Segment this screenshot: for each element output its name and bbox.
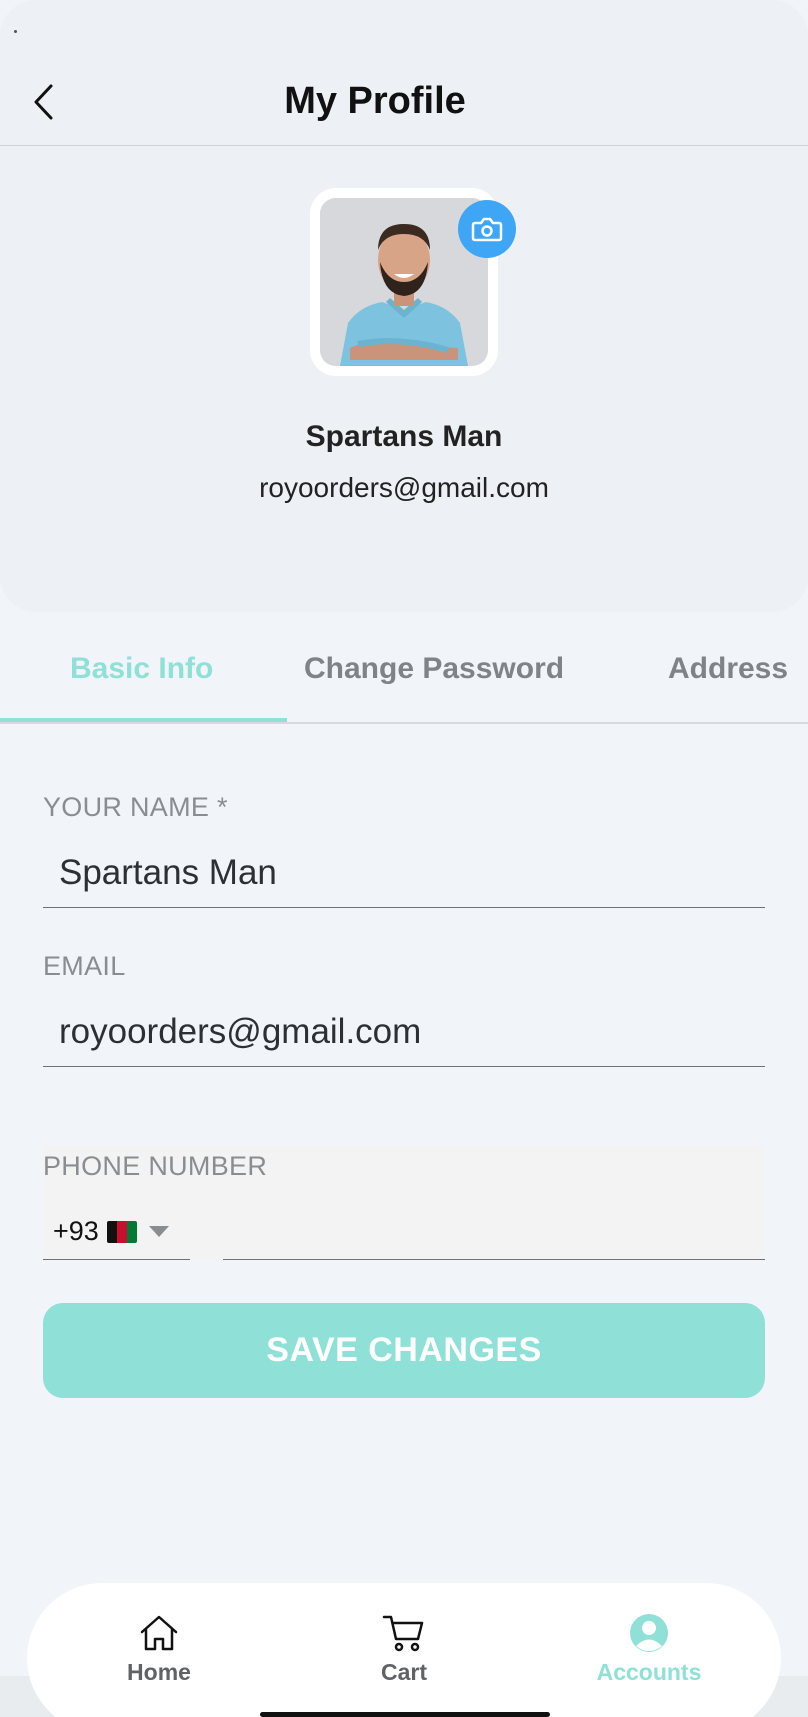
email-label: EMAIL bbox=[43, 951, 126, 981]
header-bar: My Profile bbox=[0, 60, 808, 146]
nav-cart[interactable]: Cart bbox=[334, 1613, 474, 1686]
profile-name: Spartans Man bbox=[305, 420, 503, 453]
page-title: My Profile bbox=[284, 80, 466, 122]
tab-basic-info[interactable]: Basic Info bbox=[70, 652, 213, 686]
caret-down-icon bbox=[148, 1226, 169, 1237]
afghanistan-flag-icon bbox=[106, 1220, 137, 1243]
camera-icon bbox=[471, 217, 503, 242]
nav-cart-label: Cart bbox=[380, 1659, 427, 1685]
home-indicator bbox=[260, 1712, 550, 1717]
active-tab-indicator bbox=[0, 718, 287, 722]
profile-card: My Profile Spartans Man royoorders@gmail… bbox=[0, 0, 808, 612]
profile-screen: My Profile Spartans Man royoorders@gmail… bbox=[0, 0, 808, 1717]
cart-icon bbox=[382, 1615, 424, 1652]
name-label: YOUR NAME * bbox=[43, 792, 228, 822]
nav-home-label: Home bbox=[127, 1659, 191, 1685]
phone-label: PHONE NUMBER bbox=[43, 1151, 268, 1181]
status-dot bbox=[14, 30, 17, 33]
nav-accounts-label: Accounts bbox=[596, 1659, 702, 1685]
country-code-value: +93 bbox=[53, 1216, 99, 1246]
phone-field-group: PHONE NUMBER +93 bbox=[43, 1146, 765, 1261]
email-field[interactable] bbox=[43, 997, 765, 1067]
profile-tabs: Basic Info Change Password Address bbox=[0, 612, 808, 724]
name-field[interactable] bbox=[43, 838, 765, 908]
profile-email: royoorders@gmail.com bbox=[259, 472, 549, 503]
tab-address[interactable]: Address bbox=[668, 652, 788, 686]
account-icon bbox=[630, 1614, 668, 1652]
nav-accounts[interactable]: Accounts bbox=[579, 1613, 719, 1686]
change-photo-button[interactable] bbox=[458, 200, 516, 258]
phone-number-input[interactable] bbox=[223, 1204, 765, 1260]
bottom-navigation: Home Cart Accounts bbox=[27, 1583, 781, 1717]
home-icon bbox=[140, 1615, 178, 1651]
country-code-selector[interactable]: +93 bbox=[43, 1204, 190, 1260]
save-changes-button[interactable]: SAVE CHANGES bbox=[43, 1303, 765, 1398]
nav-home[interactable]: Home bbox=[89, 1613, 229, 1686]
tab-change-password[interactable]: Change Password bbox=[304, 652, 564, 686]
